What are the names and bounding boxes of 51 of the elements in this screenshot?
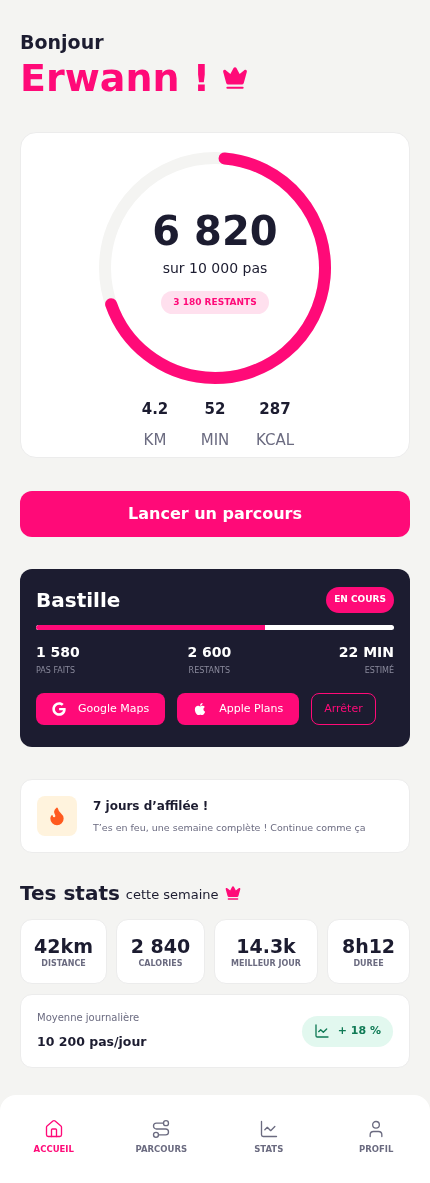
route-figure: 1 580 (36, 643, 80, 662)
route-figure-label: PAS FAITS (36, 665, 76, 677)
stat-value: 14.3k (236, 933, 296, 958)
streak-text: T’es en feu, une semaine complète ! Continue comme ça (93, 820, 366, 835)
metric-value: 4.2 (141, 399, 169, 420)
metric-value: 52 (204, 399, 226, 420)
metric-unit: KM (143, 429, 167, 451)
nav-tab[interactable]: ACCUEIL (0, 1119, 108, 1156)
crown-icon (224, 885, 241, 901)
average-value: 10 200 pas/jour (37, 1033, 147, 1052)
crown-icon (222, 65, 249, 91)
chart-icon (313, 1023, 330, 1039)
apple-plans-button[interactable]: Apple Plans (177, 693, 300, 725)
steps-target: sur 10 000 pas (162, 258, 268, 278)
route-figure-label: RESTANTS (188, 665, 230, 677)
stat-label: CALORIES (138, 957, 183, 970)
stat-value: 8h12 (341, 933, 396, 958)
start-route-button[interactable]: Lancer un parcours (20, 491, 410, 537)
stat-label: DISTANCE (41, 957, 86, 970)
route-figure-label: ESTIMÉ (364, 665, 394, 677)
route-figure: 2 600 (187, 643, 232, 662)
stat-value: 42km (34, 933, 93, 958)
greeting: Bonjour (20, 30, 105, 54)
stat-label: MEILLEUR JOUR (231, 957, 301, 970)
stats-subtitle: cette semaine (125, 886, 219, 904)
apple-icon (193, 702, 208, 716)
google-maps-button[interactable]: Google Maps (36, 693, 166, 725)
average-label: Moyenne journalière (37, 1011, 141, 1026)
home-icon (43, 1119, 64, 1139)
trend-value: + 18 % (337, 1022, 381, 1039)
nav-tab[interactable]: STATS (215, 1119, 323, 1156)
status-badge: EN COURS (326, 587, 394, 613)
streak-title: 7 jours d’affilée ! (93, 797, 210, 815)
stop-button[interactable]: Arrêter (311, 693, 376, 725)
metric-value: 287 (259, 399, 291, 420)
stat-label: DUREE (353, 957, 384, 970)
route-icon (151, 1119, 172, 1139)
chart-icon (258, 1119, 279, 1139)
stat-value: 2 840 (130, 933, 191, 958)
steps-count: 6 820 (152, 207, 278, 254)
user-name: Erwann ! (20, 55, 211, 102)
nav-tab[interactable]: PARCOURS (107, 1119, 215, 1156)
route-name: Bastille (36, 587, 121, 614)
metric-unit: MIN (200, 429, 230, 451)
metric-unit: KCAL (255, 429, 295, 451)
nav-tab[interactable]: PROFIL (322, 1119, 430, 1156)
route-figure: 22 MIN (338, 643, 394, 662)
remaining-badge: 3 180 RESTANTS (161, 290, 269, 315)
stats-title: Tes stats (20, 881, 120, 905)
google-icon (52, 702, 66, 716)
flame-icon (47, 806, 67, 826)
